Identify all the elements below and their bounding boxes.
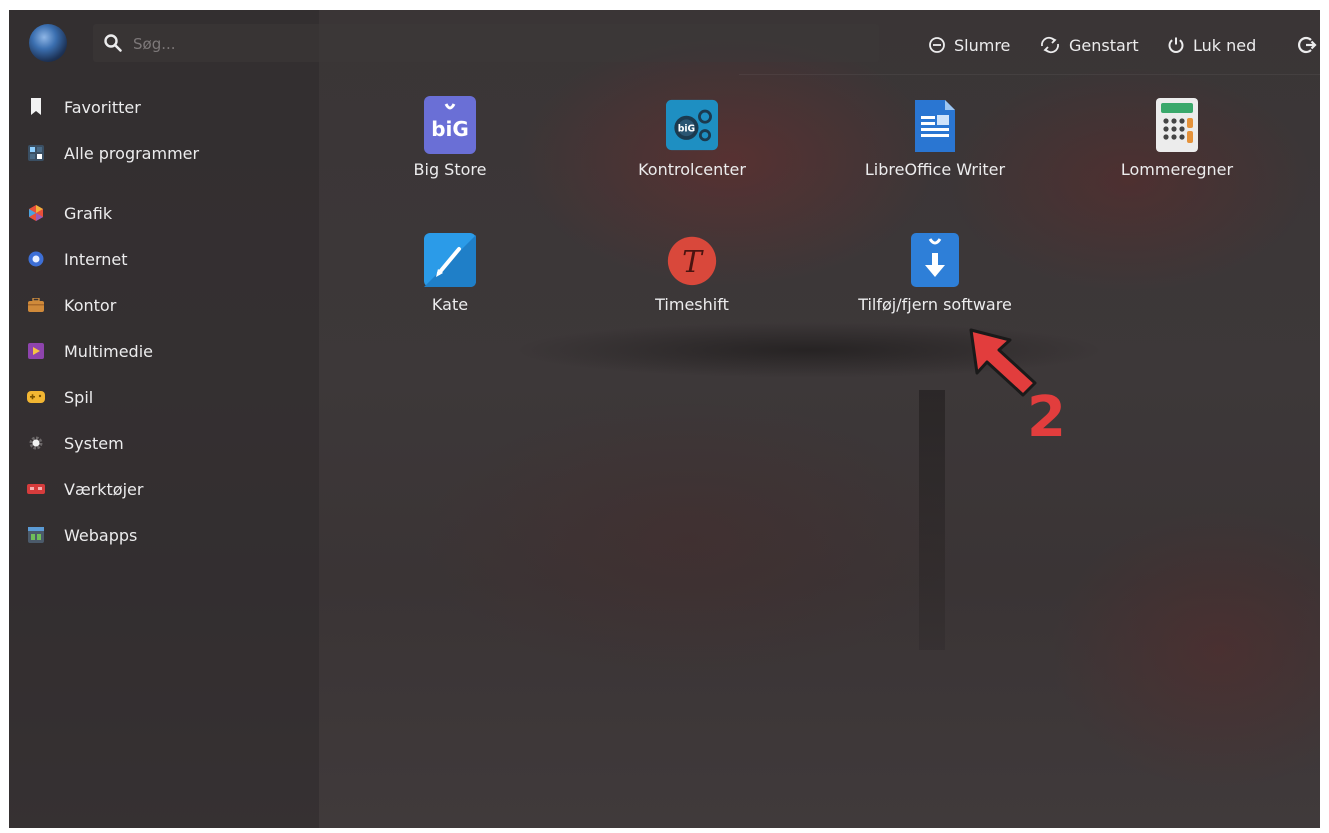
office-icon: [27, 296, 45, 314]
tools-icon: [27, 480, 45, 498]
wallpaper-tree-trunk: [919, 390, 945, 650]
sidebar-item-internet[interactable]: Internet: [27, 246, 128, 272]
sidebar-item-label: Internet: [64, 249, 128, 269]
app-libreoffice-writer[interactable]: LibreOffice Writer: [835, 96, 1035, 179]
app-timeshift[interactable]: T Timeshift: [592, 231, 792, 314]
app-control-center[interactable]: biG Kontrolcenter: [592, 96, 792, 179]
shutdown-label: Luk ned: [1193, 35, 1257, 55]
kate-icon: [424, 231, 476, 289]
sidebar-item-label: Webapps: [64, 525, 138, 545]
svg-text:biG: biG: [678, 124, 695, 135]
sleep-icon: [929, 37, 945, 53]
search-input[interactable]: [131, 30, 535, 58]
system-icon: [27, 434, 45, 452]
sidebar-item-label: Alle programmer: [64, 143, 200, 163]
sidebar-item-label: Multimedie: [64, 341, 153, 361]
sidebar-item-games[interactable]: Spil: [27, 384, 93, 410]
sidebar-item-graphics[interactable]: Grafik: [27, 200, 112, 226]
sidebar-item-system[interactable]: System: [27, 430, 124, 456]
add-remove-software-icon: [909, 231, 961, 289]
search-bar[interactable]: [93, 24, 879, 62]
graphics-icon: [27, 204, 45, 222]
bookmark-icon: [27, 98, 45, 116]
big-store-icon: biG: [424, 96, 476, 154]
app-label: Lommeregner: [1120, 160, 1234, 179]
app-label: Tilføj/fjern software: [858, 295, 1012, 314]
libreoffice-writer-icon: [909, 96, 961, 154]
games-icon: [27, 388, 45, 406]
sidebar-item-label: Spil: [64, 387, 94, 407]
sidebar-item-multimedia[interactable]: Multimedie: [27, 338, 153, 364]
internet-icon: [27, 250, 45, 268]
app-label: Big Store: [413, 160, 487, 179]
search-icon: [104, 34, 122, 52]
app-label: LibreOffice Writer: [864, 160, 1006, 179]
sidebar-item-label: Grafik: [64, 203, 113, 223]
app-label: Kontrolcenter: [638, 160, 746, 179]
sidebar-item-tools[interactable]: Værktøjer: [27, 476, 143, 502]
control-center-icon: biG: [666, 96, 718, 154]
restart-icon: [1041, 36, 1059, 54]
shutdown-button[interactable]: Luk ned: [1167, 34, 1256, 56]
calculator-icon: [1151, 96, 1203, 154]
multimedia-icon: [27, 342, 45, 360]
svg-text:biG: biG: [431, 117, 469, 141]
sidebar-item-webapps[interactable]: Webapps: [27, 522, 137, 548]
app-add-remove-software[interactable]: Tilføj/fjern software: [835, 231, 1035, 314]
restart-label: Genstart: [1069, 35, 1139, 55]
logout-icon: [1298, 36, 1317, 54]
webapps-icon: [27, 526, 45, 544]
sleep-button[interactable]: Slumre: [928, 34, 1010, 56]
logout-button[interactable]: [1297, 34, 1320, 56]
sidebar-item-all-programs[interactable]: Alle programmer: [27, 140, 199, 166]
sidebar-item-favorites[interactable]: Favoritter: [27, 94, 141, 120]
app-calculator[interactable]: Lommeregner: [1077, 96, 1277, 179]
app-label: Timeshift: [655, 295, 729, 314]
application-launcher: Slumre Genstart Luk ned Favoritter: [9, 10, 1320, 828]
sidebar-item-label: Kontor: [64, 295, 117, 315]
timeshift-icon: T: [666, 231, 718, 289]
annotation-step-number: 2: [1027, 385, 1066, 450]
sidebar-item-office[interactable]: Kontor: [27, 292, 116, 318]
app-label: Kate: [431, 295, 469, 314]
all-apps-icon: [27, 144, 45, 162]
sidebar-item-label: Favoritter: [64, 97, 141, 117]
sleep-label: Slumre: [954, 35, 1011, 55]
sidebar-item-label: Værktøjer: [64, 479, 144, 499]
svg-text:T: T: [682, 245, 704, 280]
power-icon: [1168, 37, 1184, 53]
restart-button[interactable]: Genstart: [1039, 34, 1139, 56]
sidebar-item-label: System: [64, 433, 124, 453]
user-avatar[interactable]: [29, 24, 67, 62]
top-bar-divider: [739, 74, 1320, 75]
app-big-store[interactable]: biG Big Store: [350, 96, 550, 179]
app-kate[interactable]: Kate: [350, 231, 550, 314]
